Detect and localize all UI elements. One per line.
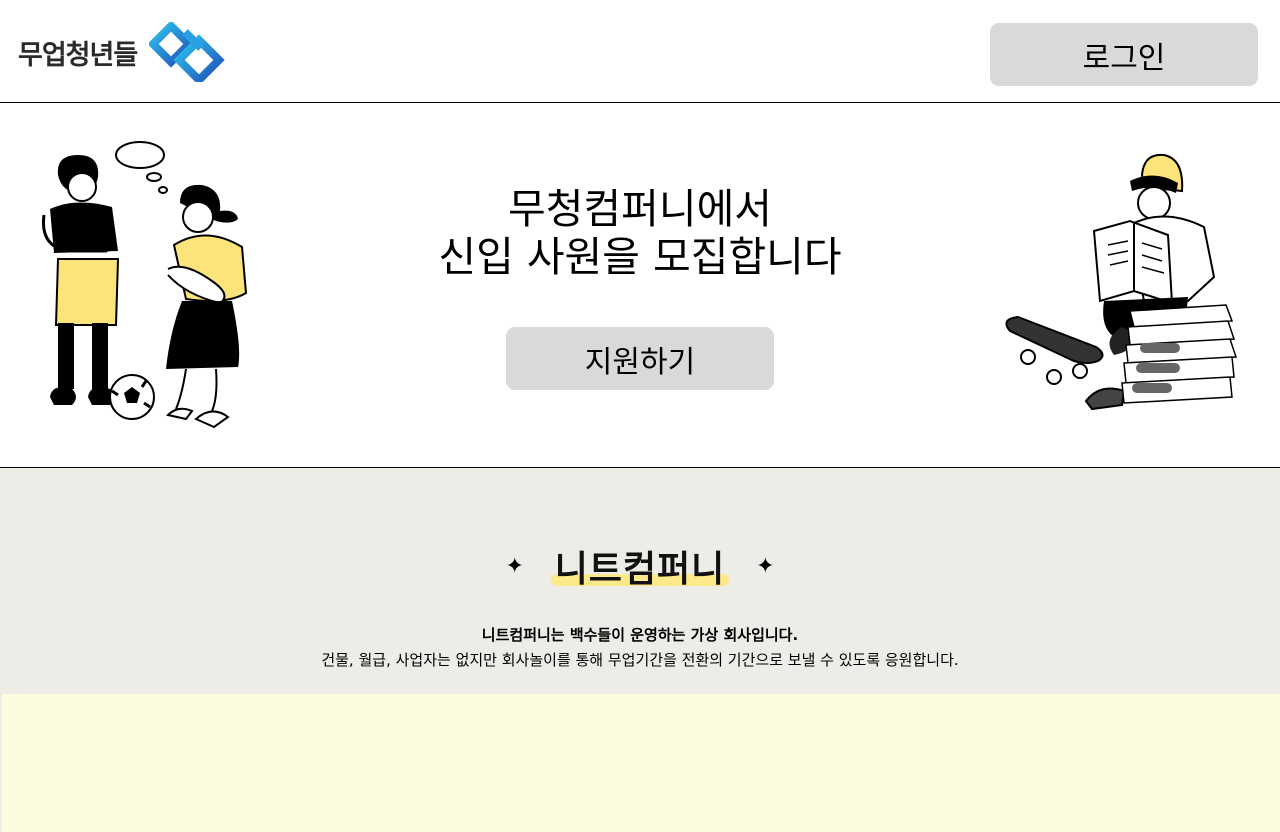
hero-section: 무청컴퍼니에서 신입 사원을 모집합니다 지원하기 <box>0 103 1280 467</box>
description-bold: 니트컴퍼니는 백수들이 운영하는 가상 회사입니다. <box>481 626 799 644</box>
brand-heading: ✦ 니트컴퍼니 ✦ <box>0 540 1280 592</box>
brand-name-wrapper: 니트컴퍼니 <box>550 540 730 592</box>
content-panel <box>2 694 1280 832</box>
logo-mark-icon <box>149 22 225 82</box>
logo-text: 무업청년들 <box>18 39 138 71</box>
apply-button[interactable]: 지원하기 <box>506 327 774 390</box>
login-button[interactable]: 로그인 <box>990 23 1258 86</box>
sparkle-left-icon: ✦ <box>505 553 524 579</box>
sparkle-right-icon: ✦ <box>756 553 775 579</box>
two-women-illustration <box>41 141 248 429</box>
description-text: 건물, 월급, 사업자는 없지만 회사놀이를 통해 무업기간을 전환의 기간으로… <box>321 651 959 669</box>
logo[interactable]: 무업청년들 <box>18 22 225 82</box>
man-reading-illustration <box>1005 153 1238 411</box>
site-header: 무업청년들 로그인 <box>0 0 1280 102</box>
brand-name: 니트컴퍼니 <box>554 549 726 590</box>
